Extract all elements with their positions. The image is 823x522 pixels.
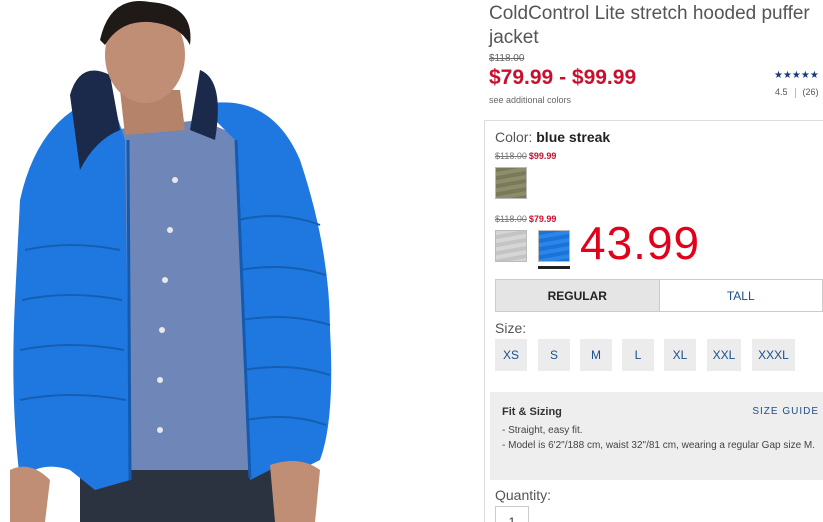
fit-tabs: REGULAR TALL <box>495 279 823 312</box>
swatch-blue-streak[interactable] <box>538 230 570 262</box>
see-additional-colors-link[interactable]: see additional colors <box>489 95 571 105</box>
size-option-xs[interactable]: XS <box>495 339 527 371</box>
selected-color-name: blue streak <box>536 129 611 145</box>
fit-sizing-item: - Model is 6'2"/188 cm, waist 32"/81 cm,… <box>502 440 816 451</box>
swatch-old-price: $118.00 <box>495 214 527 224</box>
sale-price-range: $79.99 - $99.99 <box>489 66 637 89</box>
rating-summary[interactable]: 4.5 (26) <box>775 87 819 98</box>
model-jacket-illustration <box>10 1 332 522</box>
tab-regular[interactable]: REGULAR <box>496 280 660 311</box>
size-option-m[interactable]: M <box>580 339 612 371</box>
review-count: (26) <box>802 87 819 97</box>
size-option-l[interactable]: L <box>622 339 654 371</box>
annotated-price: 43.99 <box>580 217 701 269</box>
quantity-input[interactable]: 1 <box>495 506 529 522</box>
fit-sizing-item: - Straight, easy fit. <box>502 425 583 436</box>
fit-sizing-box: Fit & Sizing SIZE GUIDE - Straight, easy… <box>490 392 823 480</box>
product-title: ColdControl Lite stretch hooded puffer j… <box>489 3 810 48</box>
size-option-xl[interactable]: XL <box>664 339 696 371</box>
color-selection: Color: blue streak <box>495 129 610 145</box>
tab-tall[interactable]: TALL <box>660 280 823 311</box>
size-guide-link[interactable]: SIZE GUIDE <box>752 406 819 417</box>
selected-swatch-indicator <box>538 266 570 269</box>
rating-value: 4.5 <box>775 87 788 97</box>
rating-stars-icon[interactable]: ★★★★★ <box>774 70 819 81</box>
fit-sizing-list: - Straight, easy fit. - Model is 6'2"/18… <box>502 424 818 454</box>
swatch-group-price: $118.00 $79.99 <box>495 214 556 224</box>
swatch-grey[interactable] <box>495 230 527 262</box>
size-option-xxxl[interactable]: XXXL <box>752 339 795 371</box>
swatch-olive[interactable] <box>495 167 527 199</box>
swatch-new-price: $79.99 <box>528 214 557 224</box>
swatch-new-price: $99.99 <box>528 151 557 161</box>
fit-sizing-heading: Fit & Sizing <box>502 406 562 418</box>
size-option-xxl[interactable]: XXL <box>707 339 741 371</box>
size-option-s[interactable]: S <box>538 339 570 371</box>
swatch-group-price: $118.00 $99.99 <box>495 151 556 161</box>
quantity-label: Quantity: <box>495 487 552 503</box>
swatch-old-price: $118.00 <box>495 151 527 161</box>
rating-divider <box>794 87 796 98</box>
color-label: Color: <box>495 129 533 145</box>
size-label: Size: <box>495 320 527 336</box>
product-photo[interactable] <box>0 0 470 522</box>
original-price: $118.00 <box>489 53 525 64</box>
